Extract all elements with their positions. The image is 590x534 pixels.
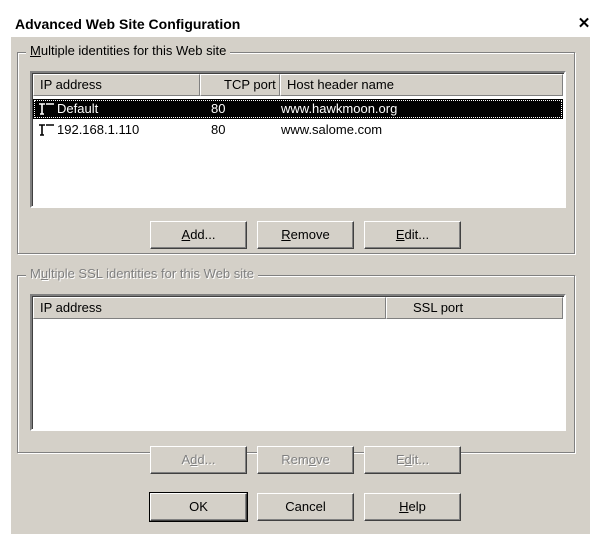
- window-title: Advanced Web Site Configuration: [15, 16, 241, 32]
- network-plug-icon: [39, 103, 54, 115]
- ssl-add-button[interactable]: Add...: [150, 446, 247, 474]
- row-ip-address: 192.168.1.110: [57, 122, 140, 137]
- identities-header: IP address TCP port Host header name: [33, 74, 563, 96]
- ssl-group-label: Multiple SSL identities for this Web sit…: [26, 266, 259, 281]
- ok-button[interactable]: OK: [149, 492, 248, 522]
- ssl-remove-button[interactable]: Remove: [257, 446, 354, 474]
- close-icon[interactable]: ✕: [577, 15, 590, 33]
- help-button[interactable]: Help: [364, 493, 461, 521]
- row-host-header: www.salome.com: [281, 122, 383, 137]
- column-header-ssl-ip-address[interactable]: IP address: [33, 297, 386, 319]
- row-ip-address: Default: [57, 101, 99, 116]
- row-host-header: www.hawkmoon.org: [281, 101, 398, 116]
- column-header-tcp-port[interactable]: TCP port: [200, 74, 280, 96]
- identities-remove-button[interactable]: Remove: [257, 221, 354, 249]
- column-header-ssl-port[interactable]: SSL port: [386, 297, 563, 319]
- ssl-identities-listview[interactable]: IP address SSL port: [30, 294, 566, 431]
- identities-group-label: Multiple identities for this Web site: [26, 43, 231, 58]
- row-tcp-port: 80: [211, 122, 226, 137]
- identity-row[interactable]: Default 80 www.hawkmoon.org: [33, 99, 563, 119]
- ssl-header: IP address SSL port: [33, 297, 563, 319]
- column-header-ip-address[interactable]: IP address: [33, 74, 200, 96]
- identities-edit-button[interactable]: Edit...: [364, 221, 461, 249]
- column-header-host-header-name[interactable]: Host header name: [280, 74, 563, 96]
- identities-listview[interactable]: IP address TCP port Host header name Def…: [30, 71, 566, 208]
- ssl-edit-button[interactable]: Edit...: [364, 446, 461, 474]
- cancel-button[interactable]: Cancel: [257, 493, 354, 521]
- identities-add-button[interactable]: Add...: [150, 221, 247, 249]
- network-plug-icon: [39, 124, 54, 136]
- title-bar: Advanced Web Site Configuration ✕: [11, 11, 590, 37]
- identity-row[interactable]: 192.168.1.110 80 www.salome.com: [33, 120, 563, 140]
- row-tcp-port: 80: [211, 101, 226, 116]
